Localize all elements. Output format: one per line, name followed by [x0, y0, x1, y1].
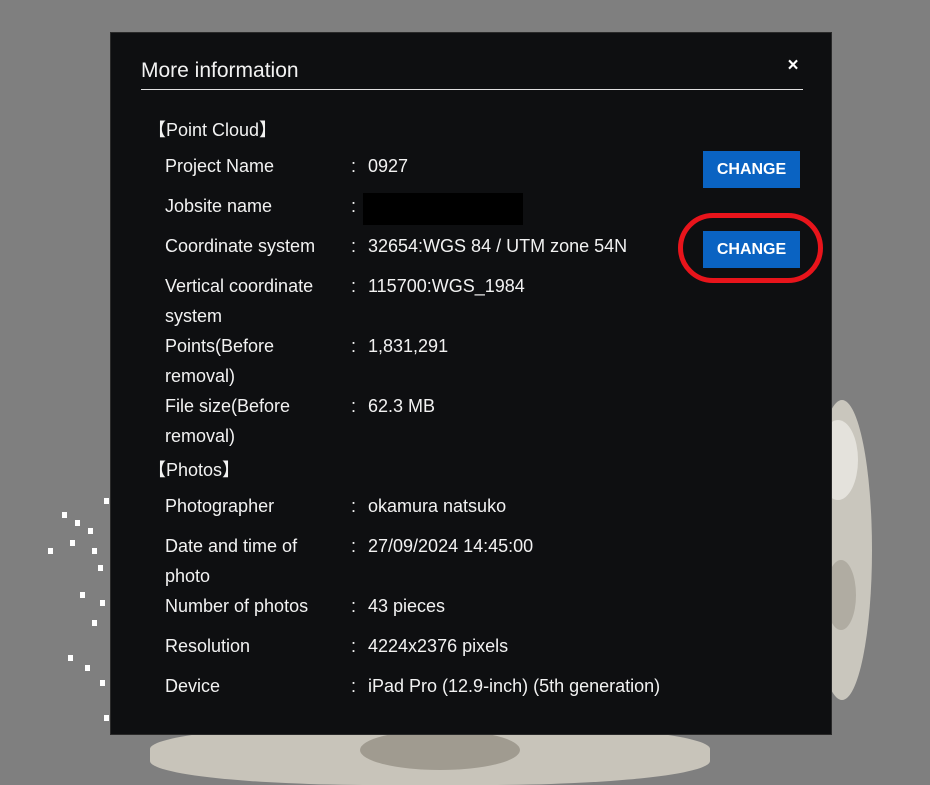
- title-divider: [141, 89, 803, 90]
- device-label: Device: [165, 676, 221, 696]
- label-line-2: system: [165, 306, 223, 326]
- photographer-label: Photographer: [165, 496, 275, 516]
- separator: :: [351, 236, 357, 256]
- separator: :: [351, 596, 357, 616]
- vertical-coordinate-system-label: Vertical coordinate system: [165, 271, 345, 331]
- resolution-label: Resolution: [165, 636, 251, 656]
- photos-heading: 【Photos】: [148, 460, 241, 480]
- more-information-dialog: More information × 【Point Cloud】 Project…: [110, 32, 832, 735]
- coordinate-system-value: 32654:WGS 84 / UTM zone 54N: [368, 236, 628, 256]
- separator: :: [351, 396, 357, 416]
- separator: :: [351, 536, 357, 556]
- label-line-1: File size(Before: [165, 396, 291, 416]
- point-cloud-heading: 【Point Cloud】: [148, 120, 278, 140]
- file-size-label: File size(Before removal): [165, 391, 345, 451]
- separator: :: [351, 676, 357, 696]
- separator: :: [351, 636, 357, 656]
- points-label: Points(Before removal): [165, 331, 345, 391]
- separator: :: [351, 276, 357, 296]
- file-size-value: 62.3 MB: [368, 396, 436, 416]
- label-line-2: photo: [165, 566, 211, 586]
- label-line-2: removal): [165, 426, 236, 446]
- jobsite-name-label: Jobsite name: [165, 196, 273, 216]
- change-project-name-button[interactable]: CHANGE: [703, 151, 800, 188]
- jobsite-name-redacted: [363, 193, 523, 225]
- dialog-title: More information: [141, 59, 299, 82]
- label-line-1: Points(Before: [165, 336, 275, 356]
- date-time-value: 27/09/2024 14:45:00: [368, 536, 534, 556]
- close-icon[interactable]: ×: [784, 55, 802, 77]
- resolution-value: 4224x2376 pixels: [368, 636, 509, 656]
- label-line-1: Vertical coordinate: [165, 276, 314, 296]
- separator: :: [351, 156, 357, 176]
- label-line-2: removal): [165, 366, 236, 386]
- separator: :: [351, 496, 357, 516]
- number-of-photos-label: Number of photos: [165, 596, 309, 616]
- coordinate-system-label: Coordinate system: [165, 236, 316, 256]
- project-name-value: 0927: [368, 156, 409, 176]
- device-value: iPad Pro (12.9-inch) (5th generation): [368, 676, 661, 696]
- separator: :: [351, 196, 357, 216]
- label-line-1: Date and time of: [165, 536, 298, 556]
- project-name-label: Project Name: [165, 156, 275, 176]
- separator: :: [351, 336, 357, 356]
- points-value: 1,831,291: [368, 336, 449, 356]
- vertical-coordinate-system-value: 115700:WGS_1984: [368, 276, 525, 296]
- change-coordinate-system-button[interactable]: CHANGE: [703, 231, 800, 268]
- date-time-label: Date and time of photo: [165, 531, 345, 591]
- number-of-photos-value: 43 pieces: [368, 596, 446, 616]
- photographer-value: okamura natsuko: [368, 496, 507, 516]
